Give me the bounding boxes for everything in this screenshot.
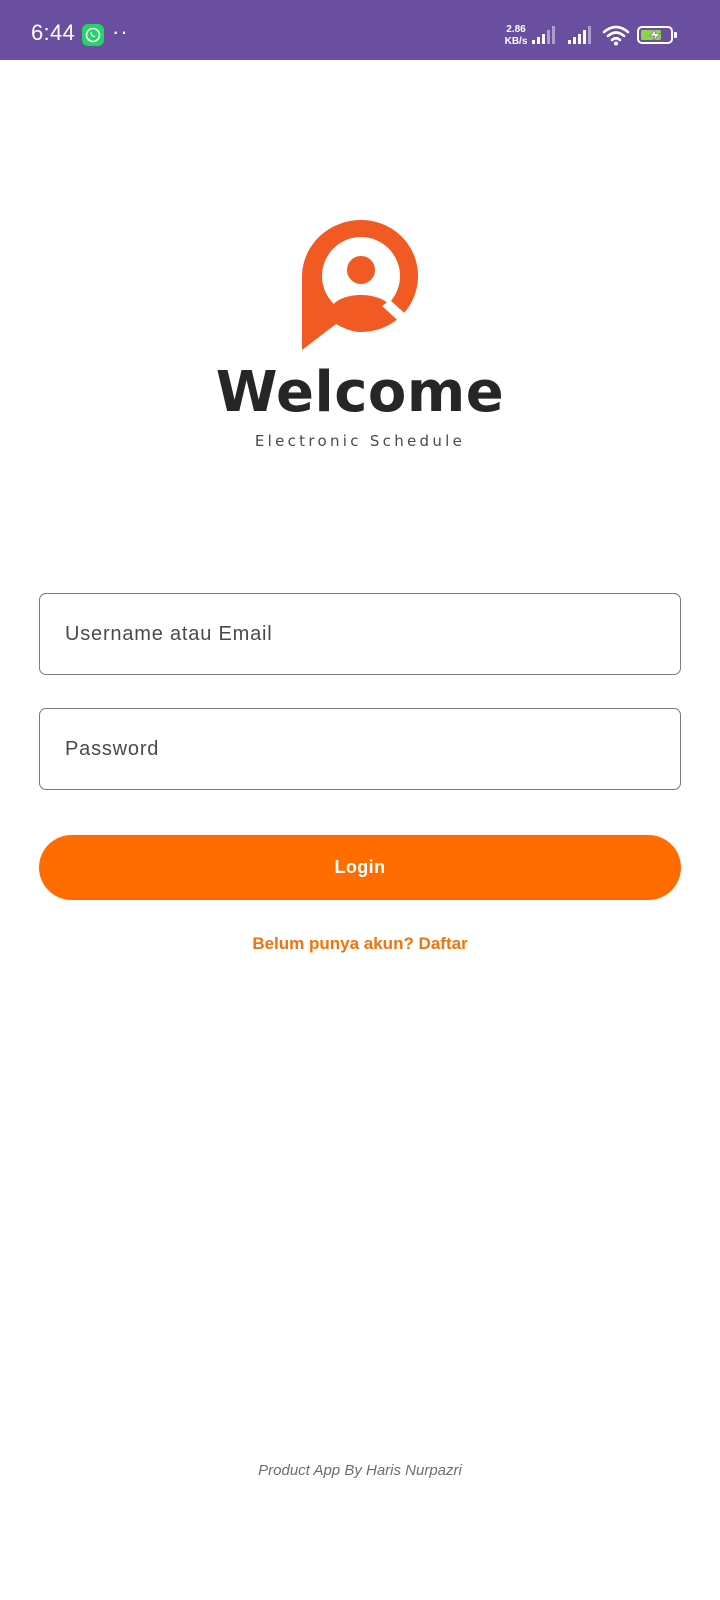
user-location-pin-icon bbox=[302, 220, 418, 350]
network-speed-value: 2.86 bbox=[506, 24, 526, 35]
username-input[interactable]: Username atau Email bbox=[39, 593, 681, 675]
password-placeholder: Password bbox=[65, 738, 160, 760]
register-link[interactable]: Belum punya akun? Daftar bbox=[0, 934, 720, 954]
status-bar: 6:44 ·· 2.86 KB/s bbox=[0, 0, 720, 60]
signal-icon bbox=[568, 26, 591, 44]
status-dots: ·· bbox=[112, 19, 129, 44]
welcome-subtitle: Electronic Schedule bbox=[254, 432, 466, 450]
network-speed: 2.86 KB/s bbox=[502, 24, 530, 48]
battery-charging-icon bbox=[637, 26, 677, 44]
signal-icon bbox=[532, 26, 555, 44]
login-button-label: Login bbox=[334, 857, 386, 877]
login-screen: 6:44 ·· 2.86 KB/s Welcome Electronic Sch… bbox=[0, 0, 720, 1600]
login-button[interactable]: Login bbox=[39, 835, 681, 900]
password-input[interactable]: Password bbox=[39, 708, 681, 790]
welcome-title: Welcome bbox=[215, 360, 505, 425]
whatsapp-icon bbox=[82, 24, 104, 46]
wifi-icon bbox=[602, 25, 630, 46]
footer-credit: Product App By Haris Nurpazri bbox=[258, 1462, 462, 1479]
network-speed-unit: KB/s bbox=[504, 36, 528, 47]
status-time: 6:44 bbox=[31, 20, 76, 45]
username-placeholder: Username atau Email bbox=[65, 623, 273, 645]
